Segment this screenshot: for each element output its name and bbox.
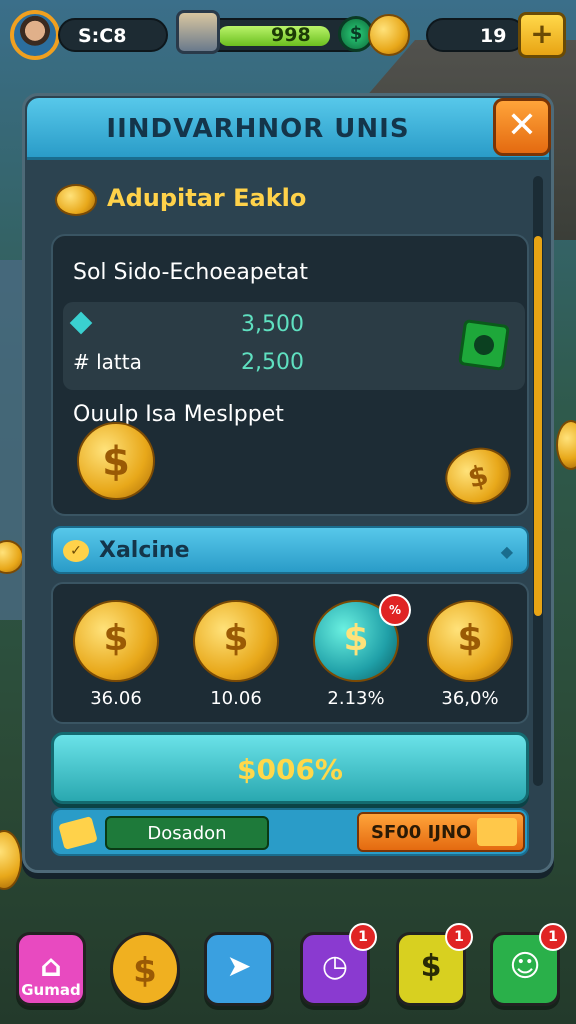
diamond-icon: [69, 311, 93, 335]
dock-coin-button[interactable]: $: [110, 932, 180, 1006]
dock-clock-button[interactable]: ◷ 1: [300, 923, 377, 1006]
map-icon: ➤: [226, 949, 252, 984]
notification-badge: 1: [445, 923, 473, 951]
coin-packs: $ 36.06 $ 10.06 $ % 2.13% $ 36,0%: [51, 582, 529, 724]
add-currency-button[interactable]: +: [518, 12, 566, 58]
dock-home-button[interactable]: ⌂ Gumad: [16, 932, 86, 1006]
chest-icon[interactable]: [176, 10, 220, 54]
donation-label: Dosadon: [147, 823, 227, 844]
coin-stack-icon: $: [73, 600, 159, 682]
friends-icon: ☺: [509, 949, 541, 984]
home-icon: ⌂: [40, 949, 62, 984]
coin-icon[interactable]: [368, 14, 410, 56]
pack-price: 10.06: [210, 688, 262, 709]
price-button-label: SF00 IJNO: [371, 822, 472, 843]
background-coin-icon: [556, 420, 576, 470]
price-button-knob: [477, 818, 517, 846]
dock-friends-button[interactable]: ☺ 1: [490, 923, 567, 1006]
donation-button[interactable]: Dosadon: [105, 816, 269, 850]
buy-button-label: $006%: [237, 753, 343, 786]
scrollbar[interactable]: [533, 176, 543, 786]
dock-map-button[interactable]: ➤: [204, 932, 274, 1006]
green-badge-icon[interactable]: [458, 319, 510, 371]
stat-value: 2,500: [241, 350, 304, 375]
check-icon: ✓: [63, 540, 89, 562]
coin-pack[interactable]: $ 36,0%: [415, 594, 525, 716]
stat-row: # latta 2,500: [73, 346, 333, 382]
buy-button[interactable]: $006%: [51, 732, 529, 804]
stat-label: # latta: [73, 350, 142, 374]
resource-value: 19: [480, 25, 507, 47]
offer-card: Sol Sido-Echoeapetat 3,500 # latta 2,500…: [51, 234, 529, 516]
discount-badge: %: [379, 594, 411, 626]
coin-pack[interactable]: $ 10.06: [181, 594, 291, 716]
scrollbar-thumb[interactable]: [534, 236, 542, 616]
big-coin-icon: $: [77, 422, 155, 500]
pack-price: 2.13%: [327, 688, 385, 709]
stat-row: 3,500: [69, 308, 333, 344]
background-coin-icon: [0, 830, 22, 890]
coin-icon: $: [133, 951, 157, 991]
stat-label: [69, 311, 97, 336]
coin-icon: $: [438, 440, 518, 512]
pack-price: 36,0%: [441, 688, 499, 709]
panel-title: IINDVARHNOR UNIS: [106, 114, 410, 144]
bottom-dock: ⌂ Gumad $ ➤ ◷ 1 $ 1 ☺ 1: [0, 920, 576, 1024]
tab-label: Xalcine: [99, 538, 190, 563]
dollar-icon: $: [420, 949, 442, 984]
shop-panel: IINDVARHNOR UNIS ✕ Adupitar Eaklo Sol Si…: [22, 93, 554, 873]
resource-counter: 19: [426, 18, 526, 52]
coin-pack[interactable]: $ 36.06: [61, 594, 171, 716]
top-bar: S:C8 998 $ 19 +: [6, 8, 570, 60]
dock-cash-button[interactable]: $ 1: [396, 923, 473, 1006]
action-row: Dosadon SF00 IJNO: [51, 808, 529, 856]
coins-icon: [55, 184, 97, 216]
tab-xalcine[interactable]: ✓ Xalcine ◆: [51, 526, 529, 574]
clock-icon: ◷: [321, 949, 349, 984]
panel-header: IINDVARHNOR UNIS ✕: [27, 98, 551, 160]
stat-box: 3,500 # latta 2,500: [63, 302, 525, 390]
notification-badge: 1: [539, 923, 567, 951]
xp-value: 998: [271, 24, 311, 46]
close-button[interactable]: ✕: [493, 98, 551, 156]
offer-card-title: Sol Sido-Echoeapetat: [73, 260, 309, 285]
notification-badge: 1: [349, 923, 377, 951]
section-heading-text: Adupitar Eaklo: [107, 184, 307, 212]
player-avatar[interactable]: [10, 10, 60, 60]
currency-value: S:C8: [78, 25, 127, 47]
pack-price: 36.06: [90, 688, 142, 709]
stat-value: 3,500: [241, 312, 304, 337]
ticket-icon: [58, 816, 98, 850]
coin-stack-icon: $: [193, 600, 279, 682]
coin-pack[interactable]: $ % 2.13%: [301, 594, 411, 716]
currency-counter: S:C8: [58, 18, 168, 52]
price-button[interactable]: SF00 IJNO: [357, 812, 525, 852]
dock-label: Gumad: [21, 981, 81, 999]
diamond-arrow-icon: ◆: [500, 542, 513, 561]
coin-stack-icon: $: [427, 600, 513, 682]
